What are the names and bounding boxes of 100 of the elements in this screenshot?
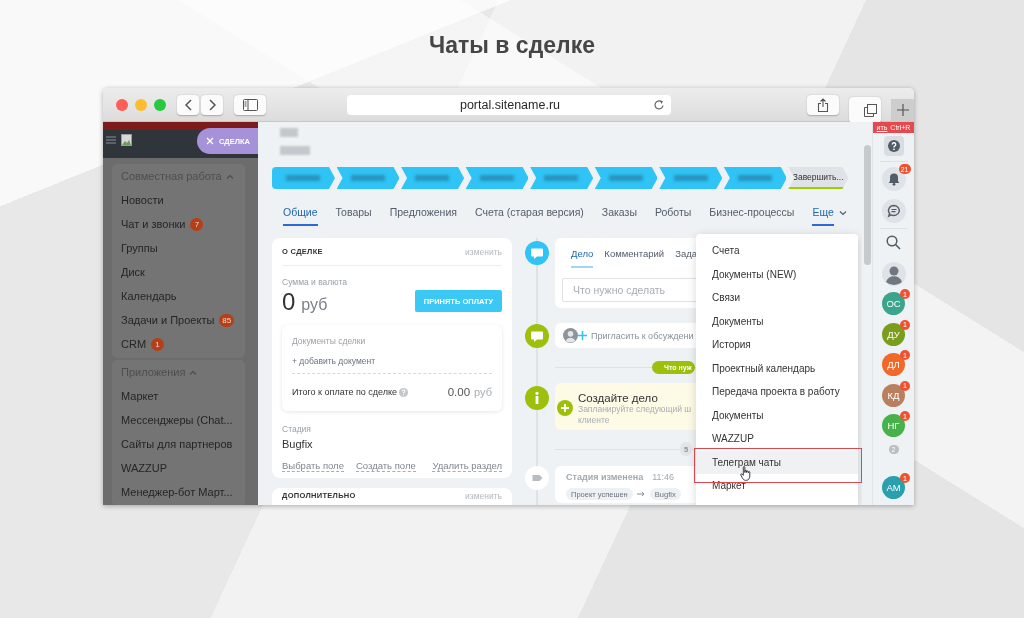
user-avatar-icon[interactable] <box>881 262 906 286</box>
field-action-link[interactable]: Выбрать поле <box>282 460 344 472</box>
sidebar-item[interactable]: Маркет <box>121 390 159 402</box>
tab[interactable]: Бизнес-процессы <box>709 200 795 226</box>
tag-icon <box>525 466 549 490</box>
caret-icon <box>838 210 847 216</box>
plus-icon <box>897 104 909 116</box>
sidebar-item[interactable]: Календарь <box>121 290 177 302</box>
chevron-right-icon <box>208 98 216 111</box>
add-icon[interactable] <box>557 400 573 416</box>
new-tab-button[interactable] <box>891 99 914 121</box>
sidebar-item[interactable]: Мессенджеры (Chat... <box>121 414 233 426</box>
bell-icon[interactable] <box>881 167 906 191</box>
arrow-right-icon <box>636 491 646 497</box>
back-button[interactable] <box>177 94 199 115</box>
address-field[interactable]: portal.sitename.ru <box>347 94 671 115</box>
search-icon[interactable] <box>886 235 901 250</box>
stage-segment[interactable] <box>530 167 593 189</box>
delete-section-link[interactable]: Удалить раздел <box>432 460 502 472</box>
page-title: Чаты в сделке <box>429 31 595 59</box>
add-icon[interactable] <box>578 331 587 340</box>
stage-value: Bugfix <box>282 438 314 450</box>
tab[interactable]: Роботы <box>654 200 692 226</box>
menu-item[interactable]: Связи <box>696 286 858 310</box>
stage-segment[interactable] <box>465 167 529 189</box>
menu-item[interactable]: История <box>696 333 858 357</box>
help-button[interactable] <box>883 136 904 156</box>
user-avatar-icon <box>563 328 578 343</box>
menu-item[interactable]: Документы <box>696 403 858 427</box>
stage-segment[interactable] <box>594 167 658 189</box>
help-icon <box>887 140 900 152</box>
tab[interactable]: Дело <box>571 238 594 268</box>
menu-item[interactable]: WAZZUP <box>696 427 858 451</box>
chat-icon[interactable] <box>881 199 906 223</box>
event-title: Стадия изменена <box>566 472 644 482</box>
hint-text: Запланируйте следующий ш <box>578 404 692 415</box>
tab[interactable]: Счета (старая версия) <box>474 200 584 226</box>
counter-badge: 7 <box>190 217 204 231</box>
tab[interactable]: Общие <box>283 200 318 226</box>
menu-item[interactable]: Счета <box>696 239 858 263</box>
field-action-link[interactable]: Создать поле <box>355 460 416 472</box>
menu-item[interactable]: Документы (NEW) <box>696 262 858 286</box>
chevron-left-icon <box>184 98 192 111</box>
broken-image-icon <box>121 134 132 146</box>
stage-segment[interactable] <box>401 167 464 189</box>
zoom-window-icon[interactable] <box>154 98 166 111</box>
sidebar-item[interactable]: Группы <box>121 242 158 254</box>
sidebar-item[interactable]: Чат и звонки <box>121 218 186 230</box>
scrollbar-thumb[interactable] <box>864 145 871 265</box>
reload-icon[interactable] <box>653 98 665 111</box>
close-window-icon[interactable] <box>116 98 128 111</box>
menu-item[interactable]: Передача проекта в работу <box>696 380 858 404</box>
menu-item[interactable]: Телеграм чаты <box>696 450 858 474</box>
hint-text: клиенте <box>578 414 611 425</box>
sidebar-toggle-button[interactable] <box>234 94 266 115</box>
menu-item[interactable]: Документы <box>696 309 858 333</box>
chevron-up-icon <box>189 369 198 375</box>
more-tab[interactable]: Еще <box>812 200 847 226</box>
currency-label: руб <box>474 386 492 398</box>
sidebar-item[interactable]: Задачи и Проекты <box>121 314 215 326</box>
tabs-button[interactable] <box>849 97 881 123</box>
menu-item[interactable]: Проектный календарь <box>696 356 858 380</box>
currency-label: руб <box>301 296 328 314</box>
sidebar-icon <box>242 98 258 111</box>
add-document-link[interactable]: + добавить документ <box>292 356 492 366</box>
tabs-overview-icon <box>864 103 877 117</box>
chevron-up-icon <box>225 173 234 179</box>
help-icon[interactable] <box>399 387 409 397</box>
total-amount: 0.00 <box>447 386 471 398</box>
event-time: 11:46 <box>652 472 675 482</box>
sidebar-item[interactable]: WAZZUP <box>121 462 168 474</box>
menu-item[interactable]: Маркет <box>696 474 858 498</box>
invite-text[interactable]: Пригласить к обсуждени <box>591 330 694 341</box>
edit-link[interactable]: изменить <box>465 491 502 501</box>
sidebar-item[interactable]: Менеджер-бот Март... <box>121 486 233 498</box>
finish-stage-button[interactable]: Завершить... <box>788 167 848 189</box>
sidebar-item[interactable]: CRM <box>121 338 147 350</box>
sidebar-item[interactable]: Диск <box>121 266 145 278</box>
share-button[interactable] <box>807 94 839 115</box>
sidebar-item[interactable]: Новости <box>121 194 164 206</box>
menu-icon[interactable] <box>106 136 116 144</box>
tab[interactable]: Комментарий <box>604 238 665 268</box>
info-icon <box>525 386 549 410</box>
stage-segment[interactable] <box>723 167 787 189</box>
chat-icon <box>525 324 549 348</box>
stage-segment[interactable] <box>336 167 400 189</box>
stage-segment[interactable] <box>272 167 335 189</box>
blurred-title-drawing <box>280 128 310 155</box>
sidebar-item[interactable]: Сайты для партнеров <box>121 438 233 450</box>
tab[interactable]: Заказы <box>601 200 637 226</box>
counter-badge: 1 <box>151 337 165 351</box>
field-label: Сумма и валюта <box>282 277 348 287</box>
tab[interactable]: Товары <box>335 200 372 226</box>
field-label: Стадия <box>282 424 312 434</box>
tab[interactable]: Предложения <box>389 200 457 226</box>
tab[interactable]: Зада <box>675 238 698 268</box>
edit-link[interactable]: изменить <box>465 246 502 257</box>
stage-segment[interactable] <box>659 167 722 189</box>
chat-icon <box>525 241 549 265</box>
forward-button[interactable] <box>201 94 223 115</box>
